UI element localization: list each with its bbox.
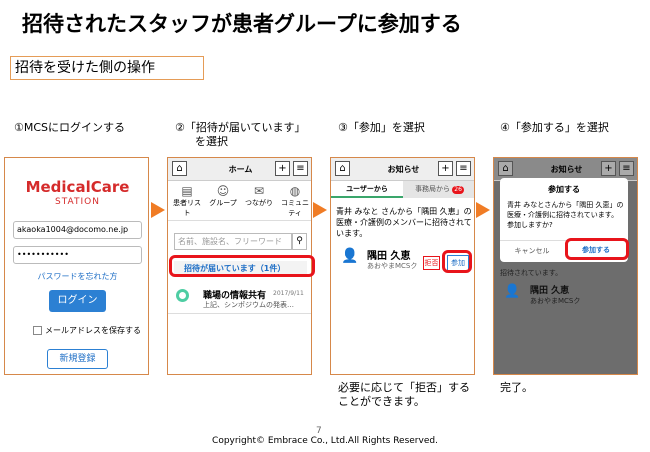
- step2-label: ②「招待が届いています」 を選択: [175, 121, 306, 149]
- page-number: 7: [316, 426, 322, 436]
- login-screen: MedicalCare STATION akaoka1004@docomo.ne…: [4, 157, 149, 375]
- step4-note: 完了。: [500, 381, 533, 394]
- bg-patient-name: 隅田 久恵: [530, 286, 570, 296]
- person-icon: 👤: [341, 248, 359, 264]
- step2-label-line2: を選択: [195, 135, 228, 148]
- patient-name: 隅田 久恵: [367, 251, 411, 262]
- tab-office-label: 事務局から: [415, 185, 451, 193]
- add-user-icon[interactable]: +: [438, 161, 453, 176]
- tab-community[interactable]: ◍ コミュニティ: [278, 184, 311, 218]
- person-icon: 👤: [504, 284, 521, 299]
- notice-header-title: お知らせ: [387, 165, 420, 174]
- add-user-icon[interactable]: +: [275, 161, 290, 176]
- step3-note: 必要に応じて「拒否」する ことができます。: [338, 381, 470, 409]
- globe-icon: ◍: [289, 184, 301, 198]
- dialog-screen: ⌂ お知らせ + ≡ 招待されています。 👤 隅田 久恵 あおやまMCSク 参加…: [493, 157, 638, 375]
- tab-patient-list[interactable]: ▤ 患者リスト: [170, 184, 204, 218]
- menu-icon: ≡: [619, 161, 634, 176]
- tab-user[interactable]: ユーザーから: [331, 181, 403, 198]
- cancel-button[interactable]: キャンセル: [510, 246, 554, 256]
- divider: [168, 313, 311, 314]
- dialog-title: 参加する: [548, 185, 580, 194]
- clipboard-icon: ▤: [181, 184, 193, 198]
- group-avatar-icon: [176, 289, 189, 302]
- tab-office[interactable]: 事務局から 26: [403, 181, 474, 198]
- page-title: 招待されたスタッフが患者グループに参加する: [22, 12, 462, 36]
- notice-header: ⌂ お知らせ + ≡: [331, 158, 474, 181]
- step4-label: ④「参加する」を選択: [500, 121, 609, 134]
- copyright: Copyright© Embrace Co., Ltd.All Rights R…: [212, 436, 438, 446]
- step3-note-line2: ことができます。: [338, 395, 425, 408]
- news-body: 上記、シンポジウムの発表…: [203, 301, 294, 309]
- arrow-icon: [313, 202, 327, 218]
- group-icon: ☺: [216, 184, 230, 198]
- bg-patient-sub: あおやまMCSク: [530, 297, 581, 305]
- dialog-bg-title: お知らせ: [550, 165, 583, 174]
- menu-icon[interactable]: ≡: [293, 161, 308, 176]
- step1-label: ①MCSにログインする: [14, 121, 126, 134]
- remember-label: メールアドレスを保存する: [45, 326, 141, 335]
- step3-note-line1: 必要に応じて「拒否」する: [338, 381, 470, 394]
- section-subtitle: 招待を受けた側の操作: [10, 56, 204, 80]
- invite-message: 青井 みなと さんから「隅田 久恵」の医療・介護例のメンバーに招待されています。: [336, 207, 472, 238]
- tab-connections[interactable]: ✉ つながり: [242, 184, 276, 208]
- search-icon[interactable]: ⚲: [292, 233, 307, 250]
- password-field[interactable]: •••••••••••: [13, 246, 142, 264]
- logo-sub: STATION: [55, 197, 100, 207]
- home-header: ⌂ ホーム + ≡: [168, 158, 311, 181]
- email-field[interactable]: akaoka1004@docomo.ne.jp: [13, 221, 142, 239]
- arrow-icon: [151, 202, 165, 218]
- menu-icon[interactable]: ≡: [456, 161, 471, 176]
- register-button[interactable]: 新規登録: [47, 349, 108, 369]
- remember-checkbox[interactable]: [33, 326, 42, 335]
- office-badge: 26: [452, 186, 464, 194]
- tab-label: 患者リスト: [173, 199, 201, 217]
- mail-icon: ✉: [253, 184, 265, 198]
- arrow-icon: [476, 202, 490, 218]
- tab-group[interactable]: ☺ グループ: [206, 184, 240, 208]
- add-user-icon: +: [601, 161, 616, 176]
- step2-label-line1: ②「招待が届いています」: [175, 121, 306, 134]
- tab-label: グループ: [209, 199, 237, 207]
- tab-label: コミュニティ: [281, 199, 309, 217]
- login-button[interactable]: ログイン: [49, 290, 106, 312]
- highlight-invite: [169, 255, 315, 277]
- search-input[interactable]: 名前、施設名、フリーワード: [174, 233, 292, 250]
- dialog-message: 青井 みなとさんから「隅田 久恵」の医療・介護例に招待されています。参加しますか…: [507, 201, 624, 229]
- logo-main: MedicalCare: [25, 178, 130, 196]
- reject-button[interactable]: 拒否: [423, 256, 440, 270]
- highlight-join: [442, 250, 472, 273]
- highlight-confirm: [565, 238, 629, 260]
- step3-label: ③「参加」を選択: [338, 121, 425, 134]
- home-tabs: ▤ 患者リスト ☺ グループ ✉ つながり ◍ コミュニティ: [168, 182, 311, 221]
- bg-text: 招待されています。: [500, 269, 563, 277]
- news-date: 2017/9/11: [273, 290, 304, 297]
- tab-label: つながり: [245, 199, 273, 207]
- forgot-password-link[interactable]: パスワードを忘れた方: [5, 271, 148, 282]
- home-header-title: ホーム: [228, 165, 253, 174]
- patient-sub: あおやまMCSク: [367, 262, 418, 270]
